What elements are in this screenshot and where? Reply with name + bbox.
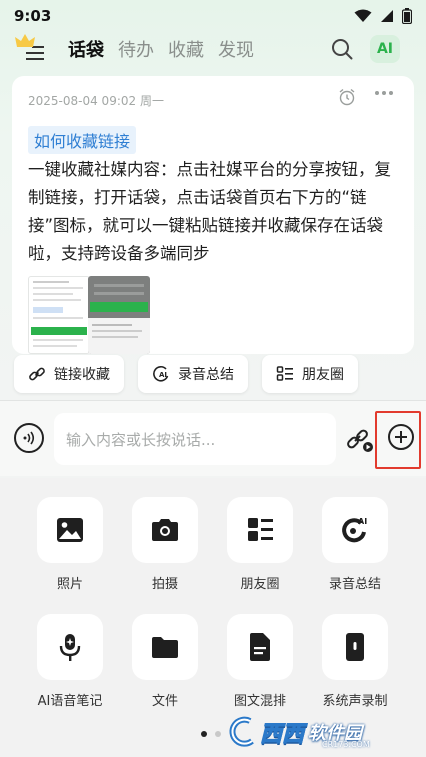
quick-actions: 链接收藏 AI 录音总结 朋友圈 [14,355,358,393]
chip-label: 朋友圈 [302,367,344,383]
tab-discover[interactable]: 发现 [218,36,254,62]
note-tag[interactable]: 如何收藏链接 [28,126,137,154]
tool-icon-box [132,614,198,680]
signal-icon [381,10,393,22]
tool-label: 照片 [56,577,83,592]
note-body: 一键收藏社媒内容：点击社媒平台的分享按钮，复制链接，打开话袋，点击话袋首页右下方… [28,160,391,263]
status-bar: 9:03 [0,0,426,32]
ai-record-icon: AI [342,517,367,543]
battery-icon [402,8,412,24]
photo-icon [57,518,83,542]
tool-rich-text[interactable]: 图文混排 [220,614,300,709]
link-paste-icon[interactable] [346,427,374,453]
tool-label: AI语音笔记 [37,694,103,709]
top-nav: 话袋 待办 收藏 发现 AI [0,32,426,68]
tool-icon-box: AI [322,497,388,563]
ai-record-icon: AI [153,365,169,382]
search-icon[interactable] [331,38,353,60]
tool-ai-voice-note[interactable]: AI语音笔记 [30,614,110,709]
watermark-logo-icon [229,716,254,747]
tool-label: 图文混排 [233,694,286,709]
document-icon [250,633,270,661]
tool-icon-box [37,614,103,680]
tool-label: 录音总结 [328,577,381,592]
status-icons [354,8,412,24]
moments-chip[interactable]: 朋友圈 [262,355,358,393]
tool-icon-box [227,614,293,680]
page-indicator [201,731,221,737]
nav-tabs: 话袋 待办 收藏 发现 [68,36,254,62]
site-watermark: 西西 软件园 CR173.COM [226,710,422,754]
voice-toggle-button[interactable] [14,423,44,453]
ai-button[interactable]: AI [370,35,400,63]
link-collect-chip[interactable]: 链接收藏 [14,355,124,393]
tool-camera[interactable]: 拍摄 [125,497,205,592]
tool-photo[interactable]: 照片 [30,497,110,592]
link-icon [29,367,45,381]
camera-icon [152,519,178,541]
tool-label: 朋友圈 [240,577,280,592]
more-options-icon[interactable] [374,90,394,96]
page-dot[interactable] [201,731,207,737]
tool-label: 拍摄 [151,577,178,592]
attachment-thumbnail[interactable] [28,276,90,354]
tool-file[interactable]: 文件 [125,614,205,709]
tool-label: 文件 [151,694,178,709]
tool-icon-box [37,497,103,563]
tool-icon-box [227,497,293,563]
svg-text:AI: AI [358,517,367,526]
moments-icon [276,366,293,381]
wifi-icon [354,9,372,22]
note-datetime: 2025-08-04 09:02 周一 [28,94,164,108]
watermark-text: 西西 [259,722,305,748]
menu-button[interactable] [15,34,46,62]
tab-huadai[interactable]: 话袋 [68,36,104,62]
tool-moments[interactable]: 朋友圈 [220,497,300,592]
svg-text:AI: AI [159,371,167,379]
page-dot[interactable] [215,731,221,737]
chip-label: 链接收藏 [54,367,110,383]
attachment-thumbnail[interactable] [88,276,150,354]
note-card[interactable]: 2025-08-04 09:02 周一 如何收藏链接 一键收藏社媒内容：点击社媒… [12,76,414,354]
watermark-subtext: CR173.COM [322,740,370,749]
input-bar: 输入内容或长按说话... [0,400,426,476]
alarm-clock-icon[interactable] [338,88,356,106]
tool-icon-box [322,614,388,680]
phone-record-icon [346,633,364,661]
add-button[interactable] [388,424,414,450]
moments-icon [248,518,273,541]
tool-icon-box [132,497,198,563]
folder-icon [152,637,178,658]
message-input[interactable]: 输入内容或长按说话... [54,413,336,465]
status-time: 9:03 [14,7,52,25]
tool-label: 系统声录制 [322,694,388,709]
tool-system-audio-record[interactable]: 系统声录制 [315,614,395,709]
record-summary-chip[interactable]: AI 录音总结 [138,355,248,393]
voice-wave-icon [23,431,35,445]
crown-icon [15,34,35,47]
tool-record-summary[interactable]: AI 录音总结 [315,497,395,592]
ai-mic-icon [59,634,81,661]
chip-label: 录音总结 [178,367,234,383]
tab-favorites[interactable]: 收藏 [168,36,204,62]
note-attachments[interactable] [28,276,158,354]
tab-todo[interactable]: 待办 [118,36,154,62]
